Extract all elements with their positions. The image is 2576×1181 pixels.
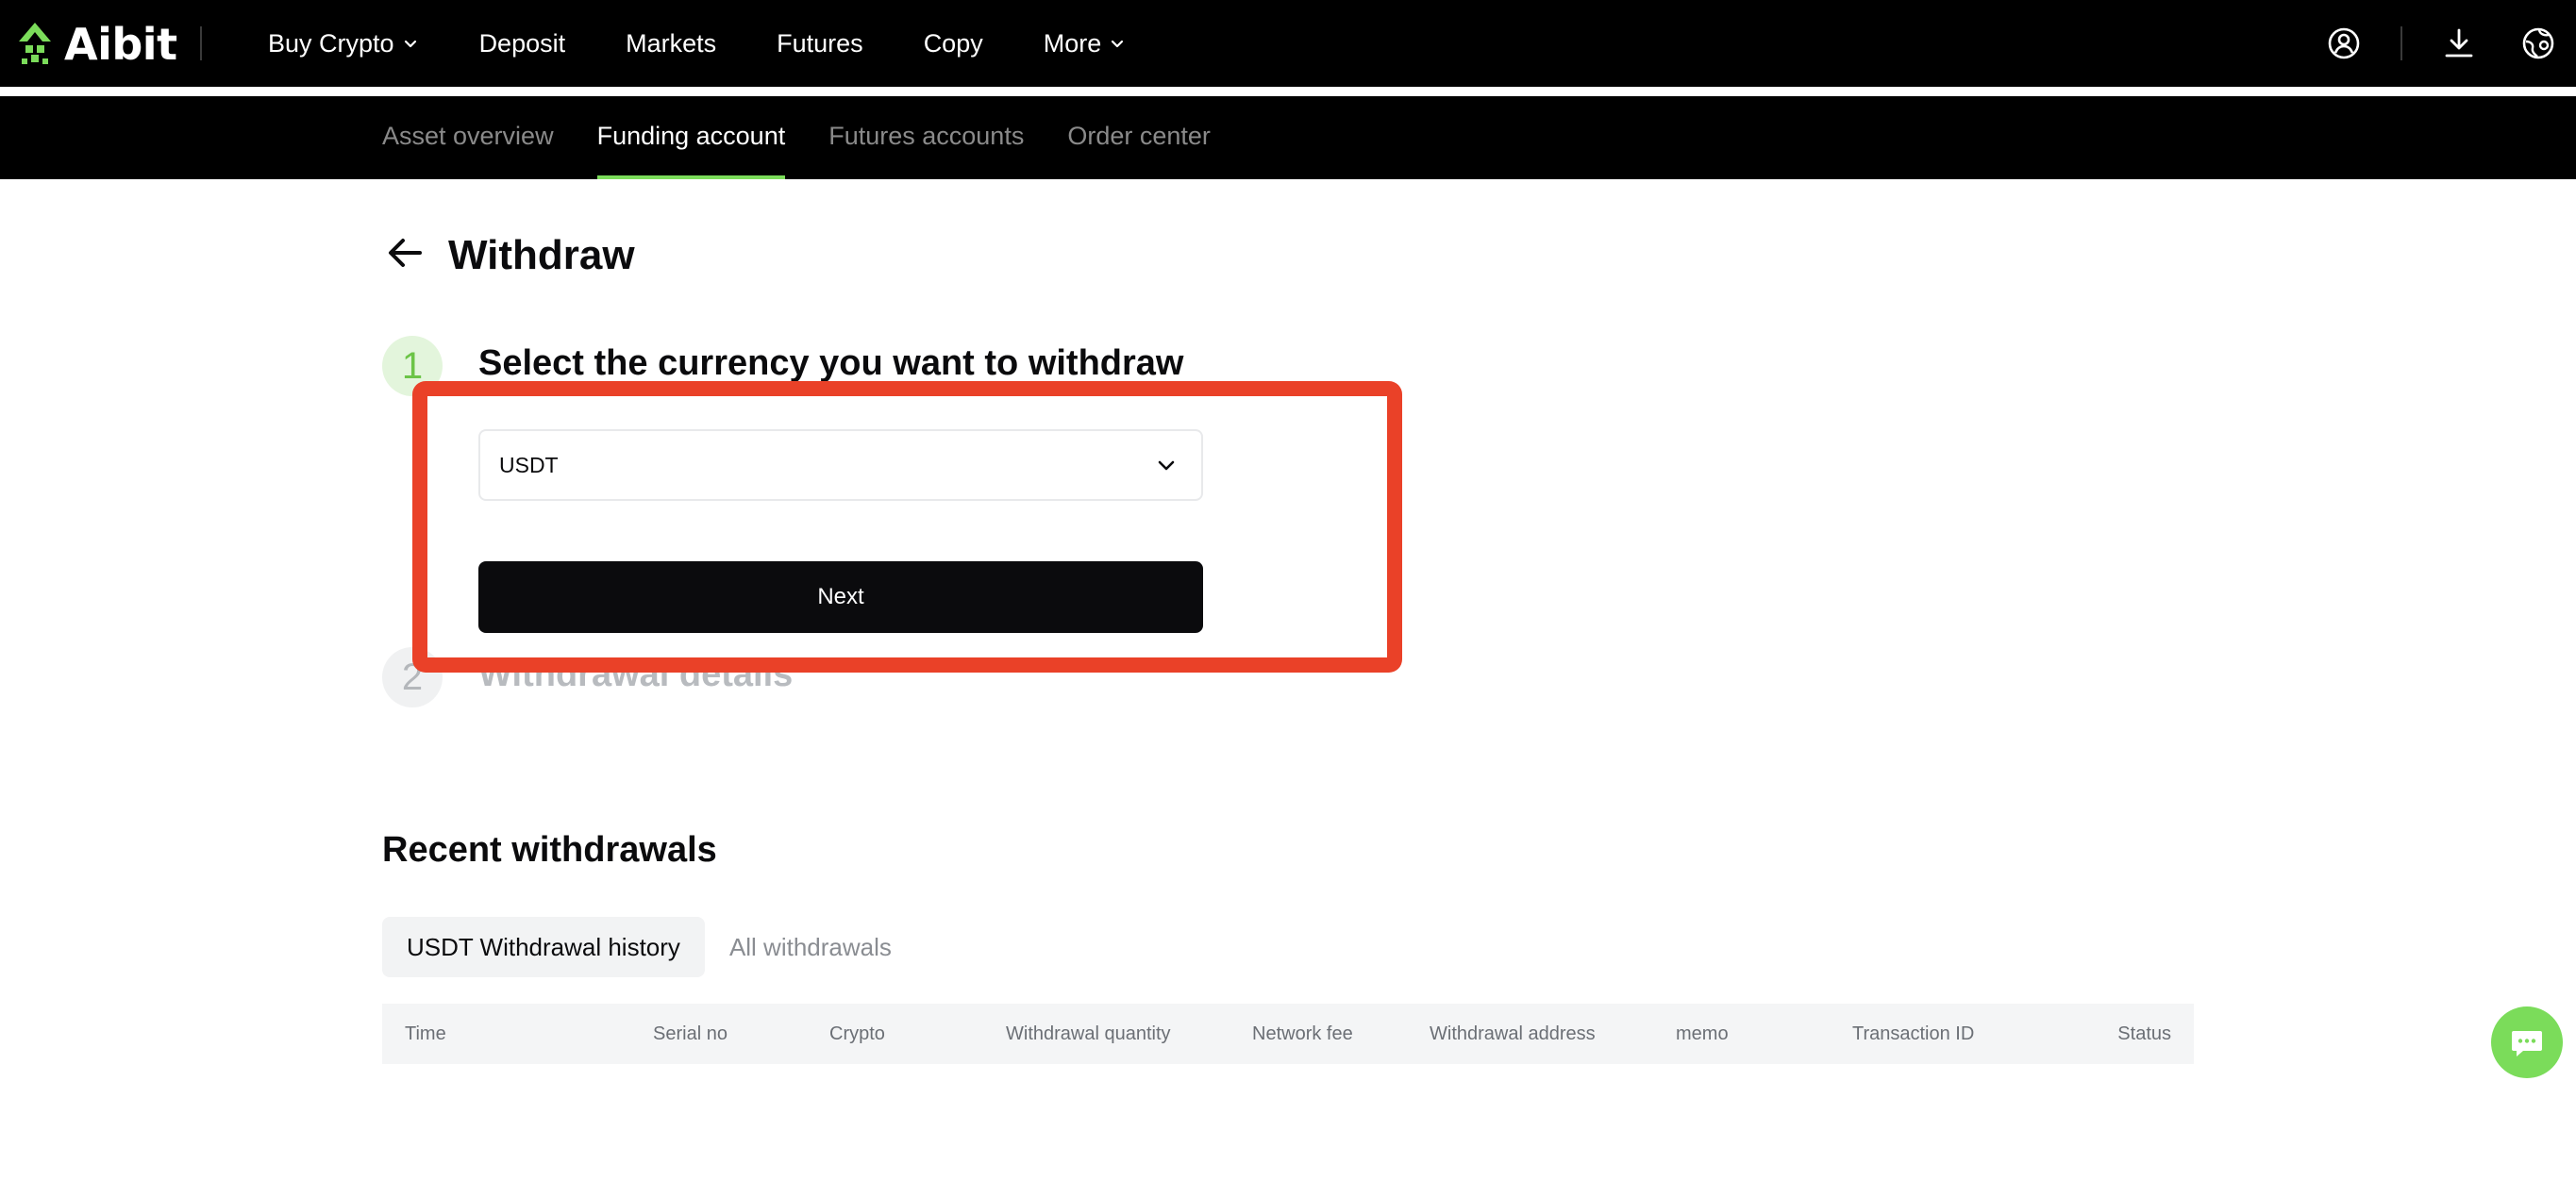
chat-support-button[interactable] xyxy=(2491,1006,2563,1078)
step-1-title: Select the currency you want to withdraw xyxy=(478,343,1184,383)
column-network-fee: Network fee xyxy=(1252,1023,1353,1044)
column-memo: memo xyxy=(1676,1023,1729,1044)
column-crypto: Crypto xyxy=(829,1023,885,1044)
nav-copy-label: Copy xyxy=(923,28,983,58)
nav-deposit-label: Deposit xyxy=(478,28,566,58)
page-header: Withdraw xyxy=(382,230,635,280)
step-2-indicator: 2 xyxy=(382,647,443,707)
tab-usdt-withdrawal-history[interactable]: USDT Withdrawal history xyxy=(382,917,705,977)
top-navigation-bar: Aibit Buy Crypto Deposit Markets Futures… xyxy=(0,0,2576,87)
nav-copy[interactable]: Copy xyxy=(924,29,983,58)
chevron-down-icon xyxy=(1158,460,1175,471)
chevron-down-icon xyxy=(1112,40,1124,48)
nav-markets-label: Markets xyxy=(626,28,717,58)
column-transaction-id: Transaction ID xyxy=(1852,1023,1975,1044)
main-nav: Buy Crypto Deposit Markets Futures Copy … xyxy=(268,0,1186,87)
chat-bubble-icon xyxy=(2512,1031,2542,1056)
step-1-indicator: 1 xyxy=(382,336,443,396)
tab-funding-account[interactable]: Funding account xyxy=(596,96,785,179)
tab-all-withdrawals[interactable]: All withdrawals xyxy=(705,917,916,977)
tab-futures-accounts[interactable]: Futures accounts xyxy=(828,96,1024,179)
user-icon[interactable] xyxy=(2325,25,2363,62)
aibit-logo-icon xyxy=(19,23,51,64)
nav-futures[interactable]: Futures xyxy=(777,29,863,58)
next-button[interactable]: Next xyxy=(478,561,1203,633)
aibit-logo[interactable]: Aibit xyxy=(13,19,177,70)
nav-markets[interactable]: Markets xyxy=(626,29,716,58)
recent-withdrawals-title: Recent withdrawals xyxy=(382,830,717,870)
account-tabs: Asset overview Funding account Futures a… xyxy=(382,96,1254,179)
back-arrow-icon[interactable] xyxy=(382,230,427,280)
step-2-title: Withdrawal details xyxy=(478,655,794,694)
currency-select[interactable]: USDT xyxy=(478,429,1203,501)
brand-name: Aibit xyxy=(64,19,177,70)
icon-divider xyxy=(2400,26,2402,60)
page-title: Withdraw xyxy=(448,231,635,278)
nav-buy-crypto-label: Buy Crypto xyxy=(268,28,394,58)
chevron-down-icon xyxy=(404,40,416,48)
withdrawal-history-tabs: USDT Withdrawal history All withdrawals xyxy=(382,917,916,977)
nav-buy-crypto[interactable]: Buy Crypto xyxy=(268,29,419,58)
nav-more[interactable]: More xyxy=(1044,29,1127,58)
nav-futures-label: Futures xyxy=(777,28,863,58)
column-time: Time xyxy=(405,1023,446,1044)
download-icon[interactable] xyxy=(2440,25,2478,62)
column-serial-no: Serial no xyxy=(653,1023,728,1044)
withdrawals-table-header: Time Serial no Crypto Withdrawal quantit… xyxy=(382,1004,2194,1064)
column-status: Status xyxy=(2117,1023,2171,1044)
logo-divider xyxy=(200,26,202,60)
tab-order-center[interactable]: Order center xyxy=(1067,96,1211,179)
nav-more-label: More xyxy=(1043,28,1102,58)
sub-navigation-bar: Asset overview Funding account Futures a… xyxy=(0,96,2576,179)
column-withdrawal-quantity: Withdrawal quantity xyxy=(1006,1023,1171,1044)
tab-asset-overview[interactable]: Asset overview xyxy=(382,96,554,179)
column-withdrawal-address: Withdrawal address xyxy=(1430,1023,1596,1044)
globe-icon[interactable] xyxy=(2519,25,2557,62)
currency-select-value: USDT xyxy=(499,452,559,477)
top-right-icons xyxy=(2325,0,2557,87)
nav-deposit[interactable]: Deposit xyxy=(479,29,566,58)
